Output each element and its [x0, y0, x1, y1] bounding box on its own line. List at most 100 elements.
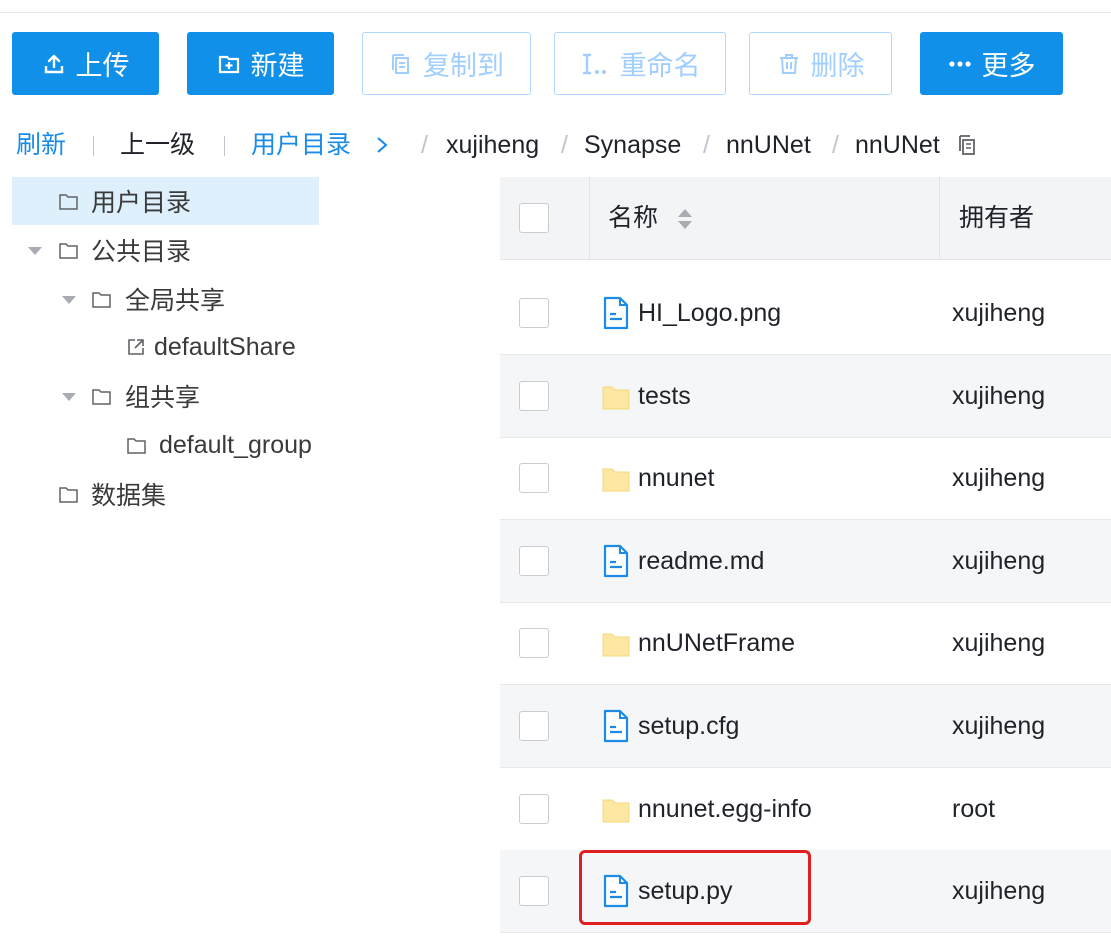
- top-divider: [0, 12, 1111, 13]
- breadcrumb-user-dir[interactable]: 用户目录: [251, 126, 351, 164]
- rename-label: 重命名: [619, 51, 701, 81]
- folder-icon: [602, 386, 630, 410]
- table-row[interactable]: HI_Logo.png xujiheng: [500, 272, 1111, 355]
- column-divider: [589, 177, 590, 260]
- file-name[interactable]: setup.cfg: [638, 685, 739, 768]
- breadcrumb-separator: /: [421, 131, 428, 159]
- up-level-link[interactable]: 上一级: [120, 126, 195, 164]
- folder-outline-icon: [59, 193, 78, 210]
- caret-down-icon[interactable]: [28, 247, 42, 255]
- tree-node-label: 用户目录: [91, 189, 192, 217]
- nav-divider: [93, 136, 94, 156]
- tree-node-label: 公共目录: [91, 238, 192, 266]
- table-row[interactable]: setup.cfg xujiheng: [500, 685, 1111, 768]
- row-checkbox[interactable]: [519, 545, 549, 576]
- file-name[interactable]: tests: [638, 355, 691, 438]
- new-label: 新建: [250, 51, 305, 81]
- file-icon: [603, 296, 629, 330]
- caret-down-icon[interactable]: [62, 393, 76, 401]
- upload-label: 上传: [75, 51, 130, 81]
- column-divider: [939, 177, 940, 260]
- row-checkbox[interactable]: [519, 711, 549, 741]
- tree-node-user-dir[interactable]: 用户目录: [12, 177, 319, 225]
- row-checkbox[interactable]: [519, 876, 549, 907]
- external-link-icon: [128, 339, 144, 355]
- new-button[interactable]: 新建: [187, 32, 334, 95]
- file-name[interactable]: HI_Logo.png: [638, 272, 781, 355]
- folder-icon: [602, 468, 630, 492]
- tree-node-group-share[interactable]: 组共享: [12, 372, 319, 420]
- folder-outline-icon: [127, 437, 146, 454]
- file-owner: xujiheng: [952, 629, 1046, 658]
- highlight-box: [579, 850, 811, 925]
- tree-node-label: default_group: [159, 430, 312, 459]
- folder-outline-icon: [59, 486, 78, 503]
- caret-down-icon[interactable]: [62, 296, 76, 304]
- tree-node-label: 组共享: [125, 384, 201, 412]
- folder-outline-icon: [92, 388, 111, 405]
- file-name[interactable]: nnunet: [638, 437, 714, 520]
- delete-button[interactable]: 删除: [749, 32, 892, 95]
- delete-label: 删除: [810, 51, 865, 81]
- copy-to-label: 复制到: [423, 51, 504, 81]
- more-button[interactable]: 更多: [920, 32, 1063, 95]
- refresh-link[interactable]: 刷新: [16, 126, 66, 164]
- tree-node-label: defaultShare: [154, 332, 296, 361]
- upload-icon: [44, 54, 63, 73]
- breadcrumb-separator: /: [832, 131, 839, 159]
- file-owner: xujiheng: [952, 381, 1046, 410]
- file-icon: [603, 544, 629, 577]
- breadcrumb-separator: /: [561, 131, 568, 159]
- rename-button[interactable]: 重命名: [554, 32, 726, 95]
- breadcrumb-item[interactable]: nnUNet: [726, 126, 811, 164]
- copy-path-icon[interactable]: [958, 135, 976, 155]
- file-owner: xujiheng: [952, 546, 1046, 575]
- trash-icon: [779, 53, 798, 74]
- row-checkbox[interactable]: [519, 463, 549, 494]
- folder-icon: [602, 633, 630, 657]
- sort-icon[interactable]: [676, 207, 694, 231]
- table-row[interactable]: readme.md xujiheng: [500, 519, 1111, 603]
- column-header-owner[interactable]: 拥有者: [959, 177, 1034, 260]
- breadcrumb-item[interactable]: Synapse: [584, 126, 681, 164]
- file-owner: xujiheng: [952, 877, 1046, 906]
- tree-node-default-group[interactable]: default_group: [12, 421, 319, 469]
- file-owner: root: [952, 794, 996, 823]
- breadcrumb-item[interactable]: xujiheng: [446, 126, 539, 164]
- tree-node-label: 数据集: [91, 482, 167, 510]
- file-owner: xujiheng: [952, 299, 1046, 327]
- tree-node-default-share[interactable]: defaultShare: [12, 323, 319, 371]
- tree-node-global-share[interactable]: 全局共享: [12, 275, 319, 323]
- breadcrumb-separator: /: [703, 131, 710, 159]
- file-name[interactable]: readme.md: [638, 520, 764, 603]
- row-checkbox[interactable]: [519, 298, 549, 328]
- breadcrumb: 刷新 上一级 用户目录 / xujiheng / Synapse / nnUNe…: [16, 126, 1106, 164]
- tree-node-label: 全局共享: [125, 287, 226, 315]
- chevron-right-icon: [377, 137, 388, 153]
- select-all-checkbox[interactable]: [519, 203, 549, 233]
- table-row[interactable]: nnUNetFrame xujiheng: [500, 602, 1111, 686]
- table-header: 名称 拥有者: [500, 177, 1111, 260]
- row-checkbox[interactable]: [519, 793, 549, 824]
- row-checkbox[interactable]: [519, 380, 549, 411]
- table-row[interactable]: tests xujiheng: [500, 354, 1111, 438]
- file-name[interactable]: nnunet.egg-info: [638, 768, 812, 851]
- tree-node-public-dir[interactable]: 公共目录: [12, 226, 319, 274]
- breadcrumb-current: nnUNet: [855, 131, 940, 159]
- new-folder-icon: [218, 55, 239, 73]
- file-owner: xujiheng: [952, 712, 1046, 740]
- file-name[interactable]: nnUNetFrame: [638, 602, 795, 685]
- copy-to-button[interactable]: 复制到: [362, 32, 531, 95]
- copy-icon: [392, 53, 409, 74]
- column-header-name[interactable]: 名称: [608, 177, 658, 260]
- more-dots-icon: [948, 60, 971, 67]
- row-checkbox[interactable]: [519, 628, 549, 659]
- upload-button[interactable]: 上传: [12, 32, 159, 95]
- nav-divider: [224, 136, 225, 156]
- table-row[interactable]: nnunet xujiheng: [500, 437, 1111, 521]
- table-row[interactable]: nnunet.egg-info root: [500, 768, 1111, 851]
- tree-node-datasets[interactable]: 数据集: [12, 470, 319, 518]
- more-label: 更多: [981, 51, 1036, 81]
- rename-icon: [582, 53, 606, 74]
- file-icon: [603, 709, 629, 743]
